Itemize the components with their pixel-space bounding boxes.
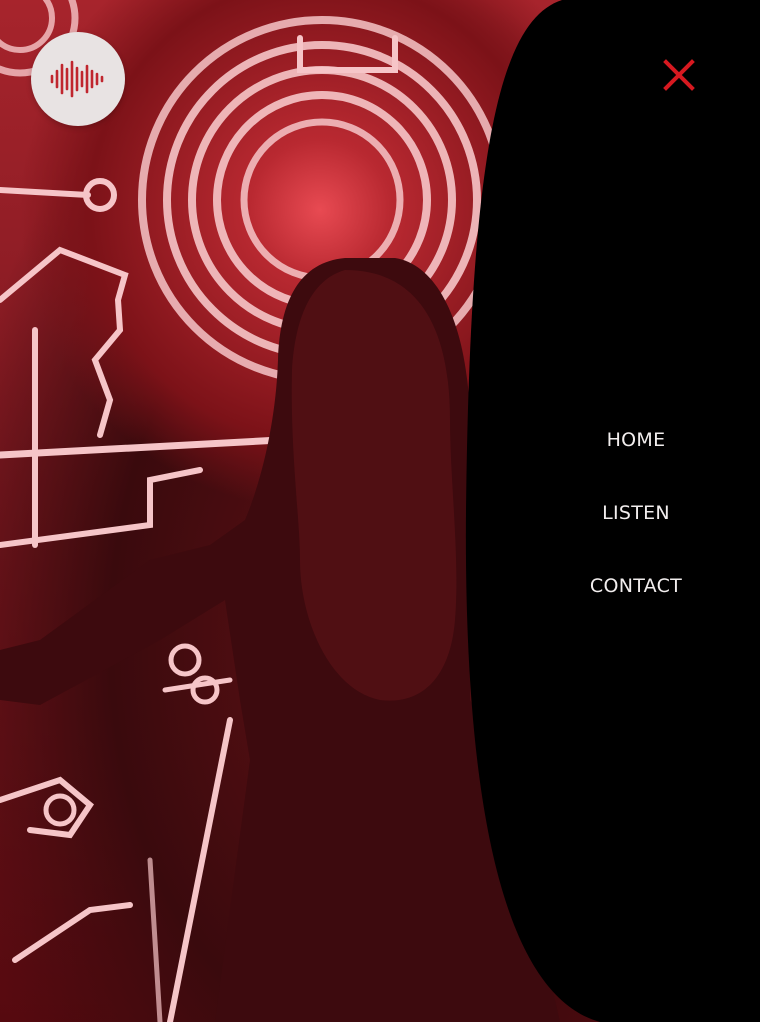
nav-item-home[interactable]: HOME: [607, 421, 666, 459]
menu-panel: HOME LISTEN CONTACT: [0, 0, 760, 1022]
close-icon: [663, 59, 695, 91]
main-navigation: HOME LISTEN CONTACT: [560, 421, 712, 640]
nav-item-listen[interactable]: LISTEN: [602, 494, 670, 532]
nav-item-contact[interactable]: CONTACT: [590, 567, 682, 605]
close-button[interactable]: [658, 54, 700, 96]
